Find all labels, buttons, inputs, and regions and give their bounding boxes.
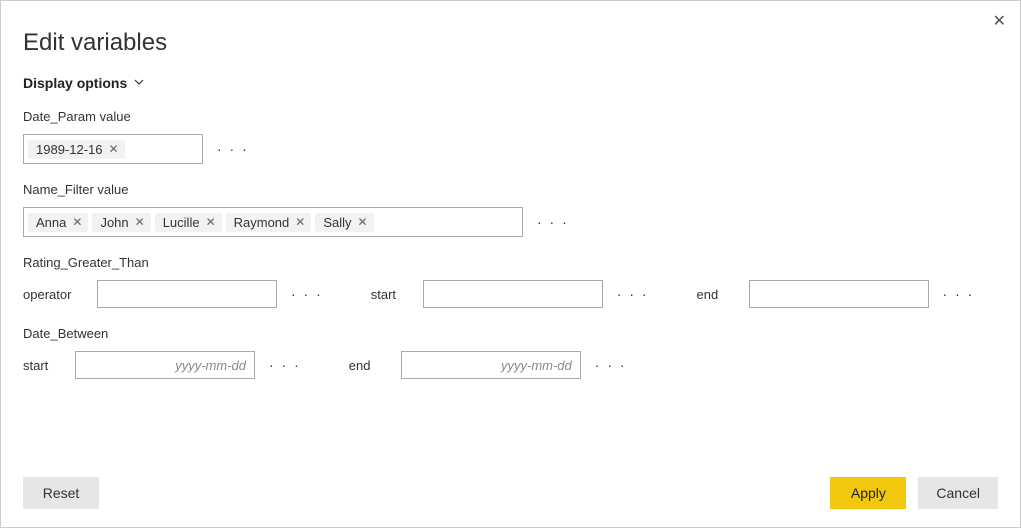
remove-token-icon[interactable]: ✕: [295, 215, 305, 229]
token-text: Sally: [323, 215, 351, 230]
rating-end-input[interactable]: [749, 280, 929, 308]
name-filter-token[interactable]: Anna ✕: [28, 213, 88, 232]
remove-token-icon[interactable]: ✕: [135, 215, 145, 229]
token-text: Raymond: [234, 215, 290, 230]
close-button[interactable]: ✕: [993, 11, 1006, 31]
remove-token-icon[interactable]: ✕: [358, 215, 368, 229]
dialog-footer: Reset Apply Cancel: [23, 477, 998, 509]
date-between-end-input[interactable]: [401, 351, 581, 379]
apply-button[interactable]: Apply: [830, 477, 906, 509]
operator-label: operator: [23, 287, 83, 302]
remove-token-icon[interactable]: ✕: [109, 142, 119, 156]
close-icon: ✕: [993, 13, 1006, 30]
token-text: Anna: [36, 215, 66, 230]
date-param-input[interactable]: 1989-12-16 ✕: [23, 134, 203, 164]
date-param-token[interactable]: 1989-12-16 ✕: [28, 140, 125, 159]
name-filter-token[interactable]: John ✕: [92, 213, 150, 232]
name-filter-token[interactable]: Lucille ✕: [155, 213, 222, 232]
rating-start-input[interactable]: [423, 280, 603, 308]
display-options-label: Display options: [23, 75, 127, 91]
date-between-start-more-button[interactable]: · · ·: [269, 357, 301, 373]
token-text: 1989-12-16: [36, 142, 103, 157]
rating-start-more-button[interactable]: · · ·: [617, 286, 649, 302]
cancel-button[interactable]: Cancel: [918, 477, 998, 509]
date-between-label: Date_Between: [23, 326, 998, 341]
display-options-toggle[interactable]: Display options: [23, 75, 145, 91]
reset-button[interactable]: Reset: [23, 477, 99, 509]
token-text: John: [100, 215, 128, 230]
token-text: Lucille: [163, 215, 200, 230]
date-between-end-label: end: [349, 358, 387, 373]
rating-end-label: end: [697, 287, 735, 302]
chevron-down-icon: [133, 75, 145, 91]
remove-token-icon[interactable]: ✕: [206, 215, 216, 229]
operator-more-button[interactable]: · · ·: [291, 286, 323, 302]
name-filter-label: Name_Filter value: [23, 182, 998, 197]
date-between-end-more-button[interactable]: · · ·: [595, 357, 627, 373]
date-between-start-input[interactable]: [75, 351, 255, 379]
dialog-title: Edit variables: [23, 29, 998, 57]
date-param-more-button[interactable]: · · ·: [217, 141, 249, 157]
edit-variables-dialog: ✕ Edit variables Display options Date_Pa…: [0, 0, 1021, 528]
name-filter-token[interactable]: Sally ✕: [315, 213, 373, 232]
remove-token-icon[interactable]: ✕: [72, 215, 82, 229]
name-filter-input[interactable]: Anna ✕ John ✕ Lucille ✕ Raymond ✕ Sally …: [23, 207, 523, 237]
name-filter-more-button[interactable]: · · ·: [537, 214, 569, 230]
name-filter-token[interactable]: Raymond ✕: [226, 213, 312, 232]
rating-end-more-button[interactable]: · · ·: [943, 286, 975, 302]
rating-greater-than-label: Rating_Greater_Than: [23, 255, 998, 270]
rating-start-label: start: [371, 287, 409, 302]
date-param-label: Date_Param value: [23, 109, 998, 124]
date-between-start-label: start: [23, 358, 61, 373]
operator-input[interactable]: [97, 280, 277, 308]
